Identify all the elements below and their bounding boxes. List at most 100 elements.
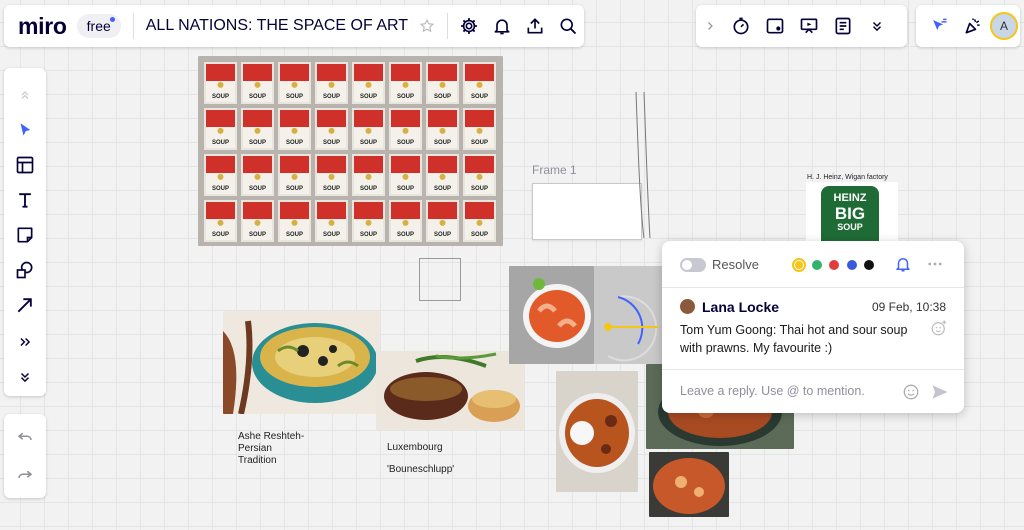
color-blue-swatch[interactable] <box>847 260 857 270</box>
svg-text:SOUP: SOUP <box>286 140 303 146</box>
svg-text:SOUP: SOUP <box>434 232 451 238</box>
redo-icon[interactable] <box>4 458 46 492</box>
svg-text:SOUP: SOUP <box>249 232 266 238</box>
color-green-swatch[interactable] <box>812 260 822 270</box>
reply-area: Leave a reply. Use @ to mention. <box>662 369 964 414</box>
plan-badge[interactable]: free <box>76 14 121 38</box>
svg-text:SOUP: SOUP <box>360 186 377 192</box>
card-icon[interactable] <box>758 9 792 43</box>
soup-can: SOUP <box>278 62 311 104</box>
templates-icon[interactable] <box>4 148 46 182</box>
svg-text:SOUP: SOUP <box>397 94 414 100</box>
svg-text:SOUP: SOUP <box>471 232 488 238</box>
comment-author: Lana Locke <box>702 299 780 315</box>
timer-icon[interactable] <box>724 9 758 43</box>
notes-icon[interactable] <box>826 9 860 43</box>
heinz-image[interactable]: HEINZ BIG SOUP <box>806 182 898 244</box>
svg-text:SOUP: SOUP <box>323 186 340 192</box>
soup-can: SOUP <box>389 108 422 150</box>
reply-input[interactable]: Leave a reply. Use @ to mention. <box>680 384 865 398</box>
soup-can: SOUP <box>463 200 496 242</box>
resolve-label[interactable]: Resolve <box>712 257 759 272</box>
bouneschlupp-image[interactable] <box>376 351 524 430</box>
tom-yum-image[interactable] <box>509 266 594 364</box>
selection-handle[interactable] <box>588 294 668 364</box>
svg-text:SOUP: SOUP <box>212 94 229 100</box>
cursor-reactions-icon[interactable] <box>922 9 956 43</box>
bowl-curry-image[interactable] <box>649 452 729 517</box>
heinz-label-brand: HEINZ <box>833 192 867 204</box>
gear-icon[interactable] <box>452 9 485 43</box>
soup-can: SOUP <box>389 62 422 104</box>
soup-can: SOUP <box>426 200 459 242</box>
upload-icon[interactable] <box>518 9 551 43</box>
undo-icon[interactable] <box>4 420 46 454</box>
caption-line: Ashe Reshteh- <box>238 431 305 442</box>
svg-text:SOUP: SOUP <box>212 186 229 192</box>
send-icon[interactable] <box>930 382 950 402</box>
svg-text:SOUP: SOUP <box>360 140 377 146</box>
resolve-toggle[interactable] <box>680 258 706 272</box>
svg-text:SOUP: SOUP <box>212 140 229 146</box>
chevrons-down-icon[interactable] <box>860 9 894 43</box>
soup-can: SOUP <box>352 154 385 196</box>
connector-lines <box>635 91 651 239</box>
svg-text:SOUP: SOUP <box>323 94 340 100</box>
soup-can: SOUP <box>426 154 459 196</box>
user-avatar[interactable]: A <box>990 12 1018 40</box>
search-icon[interactable] <box>551 9 584 43</box>
ashe-reshteh-image[interactable] <box>223 311 380 414</box>
soup-can: SOUP <box>241 62 274 104</box>
comment-text: Tom Yum Goong: Thai hot and sour soup wi… <box>680 323 908 355</box>
board-title[interactable]: ALL NATIONS: THE SPACE OF ART <box>146 17 408 35</box>
frame-label[interactable]: Frame 1 <box>532 163 577 177</box>
chevron-right-icon[interactable] <box>696 9 724 43</box>
divider <box>447 13 449 39</box>
add-reaction-icon[interactable] <box>930 319 948 337</box>
select-icon[interactable] <box>4 113 46 147</box>
comment-date: 09 Feb, 10:38 <box>871 300 946 314</box>
soup-can: SOUP <box>278 108 311 150</box>
star-icon[interactable] <box>410 9 443 43</box>
svg-text:SOUP: SOUP <box>286 186 303 192</box>
soup-cans-image[interactable]: SOUP SOUP SOUP SOUP SOUP SOUP SOUP SOUP SOUP SOUP… <box>198 56 503 246</box>
shapes-icon[interactable] <box>4 253 46 287</box>
miro-logo[interactable]: miro <box>18 13 67 40</box>
svg-text:SOUP: SOUP <box>360 94 377 100</box>
history-controls <box>4 414 46 498</box>
more-options-icon[interactable] <box>926 255 944 273</box>
soup-can: SOUP <box>315 108 348 150</box>
bell-icon[interactable] <box>485 9 518 43</box>
sticky-note-icon[interactable] <box>4 218 46 252</box>
divider <box>132 13 134 39</box>
emoji-icon[interactable] <box>902 383 920 401</box>
soup-can: SOUP <box>315 154 348 196</box>
arrow-icon[interactable] <box>4 288 46 322</box>
soup-can: SOUP <box>389 200 422 242</box>
svg-text:SOUP: SOUP <box>360 232 377 238</box>
curry-image[interactable] <box>556 371 638 492</box>
soup-can: SOUP <box>389 154 422 196</box>
color-red-swatch[interactable] <box>829 260 839 270</box>
more-icon[interactable] <box>4 325 46 359</box>
soup-can: SOUP <box>352 200 385 242</box>
chevrons-up-icon[interactable] <box>4 78 46 112</box>
collaboration-toolbar <box>696 5 907 47</box>
presentation-icon[interactable] <box>792 9 826 43</box>
frame-1[interactable] <box>532 183 642 240</box>
bell-icon[interactable] <box>894 255 912 273</box>
empty-shape[interactable] <box>419 258 461 301</box>
svg-text:SOUP: SOUP <box>471 186 488 192</box>
plan-badge-dot <box>109 17 115 22</box>
soup-can: SOUP <box>463 108 496 150</box>
board-header: miro free ALL NATIONS: THE SPACE OF ART <box>4 5 584 47</box>
caption-line: Tradition <box>238 455 277 466</box>
celebrate-icon[interactable] <box>956 9 990 43</box>
collapse-icon[interactable] <box>4 360 46 394</box>
color-yellow-swatch[interactable] <box>792 258 806 272</box>
text-icon[interactable] <box>4 183 46 217</box>
soup-can: SOUP <box>352 62 385 104</box>
soup-can: SOUP <box>204 62 237 104</box>
soup-can: SOUP <box>426 108 459 150</box>
color-black-swatch[interactable] <box>864 260 874 270</box>
